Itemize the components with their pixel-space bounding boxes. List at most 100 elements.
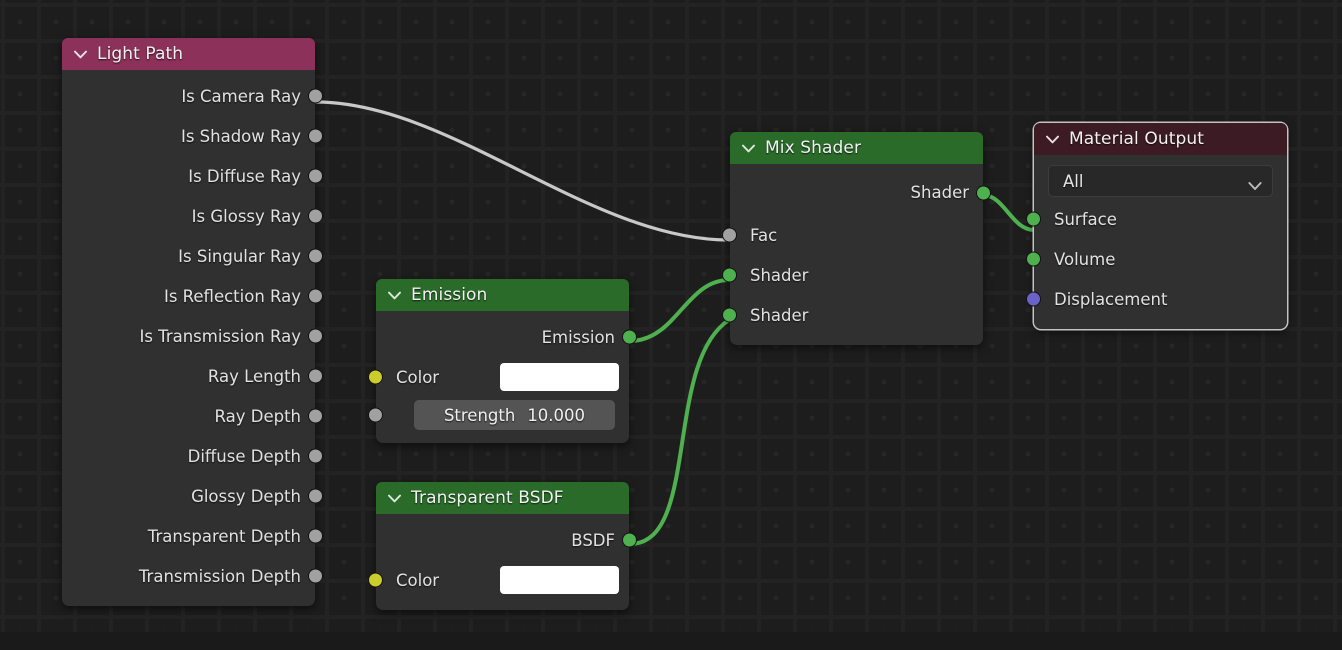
socket-row-emission-color[interactable]: Color (368, 357, 629, 397)
socket-label-input: Fac (750, 225, 778, 245)
socket-row-emission-output[interactable]: Emission (376, 317, 637, 357)
socket-input[interactable] (1026, 211, 1041, 227)
socket-label-input: Shader (750, 305, 809, 325)
socket-output[interactable] (308, 128, 323, 144)
socket-row-output[interactable]: Transparent Depth (62, 516, 323, 556)
node-material-output-title: Material Output (1069, 129, 1205, 149)
chevron-down-icon[interactable] (742, 144, 755, 153)
chevron-down-icon[interactable] (1046, 135, 1059, 144)
socket-input[interactable] (1026, 291, 1041, 307)
socket-output[interactable] (308, 528, 323, 544)
node-emission[interactable]: Emission Emission Color Strength 10.000 (368, 279, 637, 443)
socket-row-mixshader-output[interactable]: Shader (730, 170, 991, 215)
socket-label-output: Diffuse Depth (187, 446, 301, 466)
socket-row-bsdf-output[interactable]: BSDF (376, 520, 637, 560)
socket-row-output[interactable]: Glossy Depth (62, 476, 323, 516)
socket-row-output[interactable]: Is Shadow Ray (62, 116, 323, 156)
node-material-output-header[interactable]: Material Output (1034, 123, 1287, 155)
socket-emission-out[interactable] (622, 329, 637, 345)
socket-row-input[interactable]: Displacement (1026, 279, 1287, 319)
socket-row-input[interactable]: Volume (1026, 239, 1287, 279)
socket-label-output: Is Glossy Ray (191, 206, 301, 226)
socket-mixshader-out[interactable] (976, 185, 991, 200)
socket-output[interactable] (308, 168, 323, 184)
socket-label-output: Glossy Depth (191, 486, 301, 506)
node-transparent-bsdf-title: Transparent BSDF (411, 488, 564, 508)
chevron-down-icon[interactable] (388, 494, 401, 503)
socket-label-bsdf: BSDF (571, 530, 615, 550)
socket-output[interactable] (308, 368, 323, 384)
socket-row-output[interactable]: Ray Depth (62, 396, 323, 436)
node-transparent-bsdf-body: BSDF Color (368, 514, 637, 610)
node-light-path-body: Is Camera Ray Is Shadow Ray Is Diffuse Ray… (62, 70, 323, 606)
node-emission-header[interactable]: Emission (376, 279, 629, 311)
color-swatch-transparent-bsdf[interactable] (500, 566, 619, 594)
node-mix-shader-header[interactable]: Mix Shader (730, 132, 983, 164)
socket-output[interactable] (308, 88, 323, 104)
node-mix-shader[interactable]: Mix Shader Shader Fac Shader Shader (722, 132, 991, 345)
socket-label-input: Shader (750, 265, 809, 285)
socket-output[interactable] (308, 208, 323, 224)
color-swatch-emission[interactable] (500, 363, 619, 391)
socket-row-emission-strength[interactable]: Strength 10.000 (368, 397, 629, 433)
socket-row-input[interactable]: Shader (722, 255, 983, 295)
slider-value-strength: 10.000 (527, 405, 586, 425)
socket-emission-color-in[interactable] (368, 369, 383, 385)
socket-row-input[interactable]: Surface (1026, 199, 1287, 239)
node-light-path-title: Light Path (97, 44, 184, 64)
socket-row-output[interactable]: Ray Length (62, 356, 323, 396)
socket-output[interactable] (308, 288, 323, 304)
node-mix-shader-body: Shader Fac Shader Shader (722, 164, 991, 345)
socket-label-output: Transmission Depth (138, 566, 301, 586)
node-mix-shader-inputs: Fac Shader Shader (722, 215, 983, 335)
socket-row-output[interactable]: Transmission Depth (62, 556, 323, 596)
socket-output[interactable] (308, 448, 323, 464)
node-material-output[interactable]: Material Output All Surface Volume Displac… (1026, 123, 1287, 329)
socket-input[interactable] (722, 307, 737, 323)
socket-row-input[interactable]: Fac (722, 215, 983, 255)
socket-row-input[interactable]: Shader (722, 295, 983, 335)
link-emission-to-shader1 (628, 278, 731, 343)
socket-output[interactable] (308, 568, 323, 584)
socket-output[interactable] (308, 488, 323, 504)
socket-row-bsdf-color[interactable]: Color (368, 560, 629, 600)
chevron-down-icon[interactable] (1248, 176, 1262, 190)
socket-input[interactable] (1026, 251, 1041, 267)
node-transparent-bsdf[interactable]: Transparent BSDF BSDF Color (368, 482, 637, 610)
socket-label-color: Color (396, 570, 440, 590)
socket-label-shader-out: Shader (910, 183, 969, 202)
node-editor-canvas[interactable]: Light Path Is Camera Ray Is Shadow Ray Is … (0, 0, 1342, 650)
socket-row-output[interactable]: Is Glossy Ray (62, 196, 323, 236)
socket-label-input: Volume (1054, 249, 1116, 269)
socket-label-output: Is Camera Ray (181, 86, 301, 106)
node-light-path[interactable]: Light Path Is Camera Ray Is Shadow Ray Is … (62, 38, 323, 606)
dropdown-render-target[interactable]: All (1048, 165, 1273, 197)
node-emission-title: Emission (411, 285, 488, 305)
chevron-down-icon[interactable] (74, 50, 87, 59)
socket-output[interactable] (308, 248, 323, 264)
socket-input[interactable] (722, 267, 737, 283)
socket-output[interactable] (308, 408, 323, 424)
socket-label-output: Is Diffuse Ray (188, 166, 301, 186)
socket-bsdf-color-in[interactable] (368, 572, 383, 588)
socket-emission-strength-in[interactable] (368, 407, 383, 423)
node-mix-shader-title: Mix Shader (765, 138, 862, 158)
slider-label-strength: Strength (443, 405, 516, 425)
socket-row-output[interactable]: Is Reflection Ray (62, 276, 323, 316)
socket-row-output[interactable]: Is Camera Ray (62, 76, 323, 116)
socket-row-output[interactable]: Is Singular Ray (62, 236, 323, 276)
socket-label-output: Is Singular Ray (178, 246, 301, 266)
socket-row-output[interactable]: Diffuse Depth (62, 436, 323, 476)
node-light-path-header[interactable]: Light Path (62, 38, 315, 70)
chevron-down-icon[interactable] (388, 291, 401, 300)
socket-label-output: Ray Length (207, 366, 301, 386)
socket-label-input: Surface (1054, 209, 1117, 229)
socket-label-output: Is Shadow Ray (180, 126, 301, 146)
socket-output[interactable] (308, 328, 323, 344)
node-transparent-bsdf-header[interactable]: Transparent BSDF (376, 482, 629, 514)
socket-bsdf-out[interactable] (622, 532, 637, 548)
socket-input[interactable] (722, 227, 737, 243)
slider-emission-strength[interactable]: Strength 10.000 (414, 400, 615, 430)
socket-row-output[interactable]: Is Diffuse Ray (62, 156, 323, 196)
socket-row-output[interactable]: Is Transmission Ray (62, 316, 323, 356)
